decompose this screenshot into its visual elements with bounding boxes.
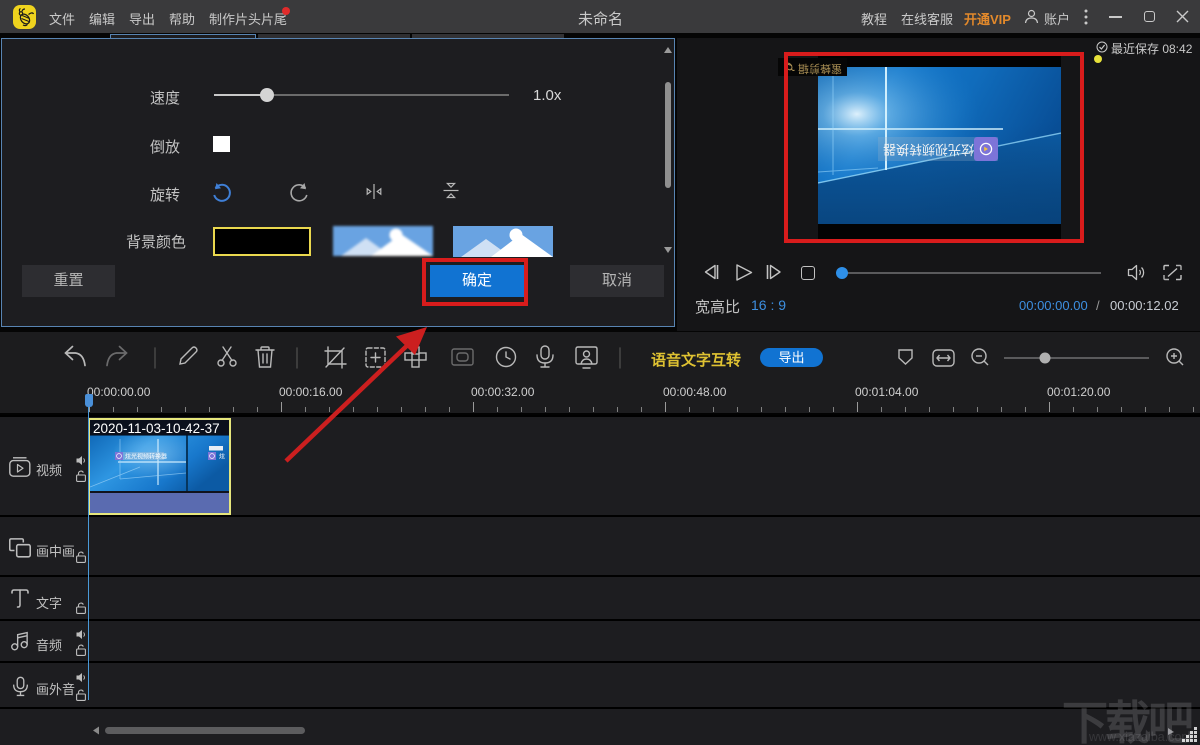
svg-text:炫: 炫 bbox=[219, 453, 225, 461]
svg-text:炫光视频转换器: 炫光视频转换器 bbox=[125, 453, 167, 461]
